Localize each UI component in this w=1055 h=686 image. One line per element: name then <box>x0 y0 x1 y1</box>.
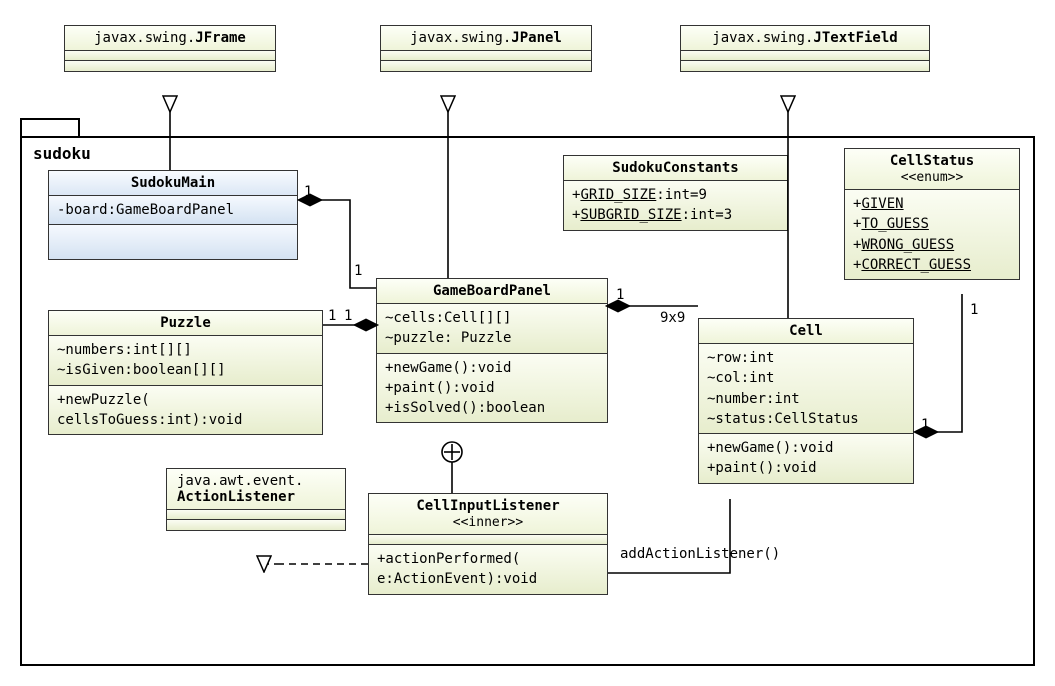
op: +actionPerformed( <box>377 549 599 569</box>
assoc-label: addActionListener() <box>620 546 780 562</box>
enum-values: +GIVEN +TO_GUESS +WRONG_GUESS +CORRECT_G… <box>845 190 1019 279</box>
class-name: SudokuMain <box>131 175 215 191</box>
attr: ~status:CellStatus <box>707 409 905 429</box>
class-name: JTextField <box>813 30 897 46</box>
op: +isSolved():boolean <box>385 398 599 418</box>
class-title: javax.swing.JPanel <box>381 26 591 51</box>
mult-label: 1 <box>970 302 978 318</box>
enum-value: +WRONG_GUESS <box>853 235 1011 255</box>
class-name: GameBoardPanel <box>433 283 551 299</box>
enum-value: +CORRECT_GUESS <box>853 255 1011 275</box>
empty-compartment <box>381 51 591 61</box>
mult-label: 9x9 <box>660 310 685 326</box>
class-name: JPanel <box>511 30 562 46</box>
class-title: CellStatus <<enum>> <box>845 149 1019 190</box>
class-cell: Cell ~row:int ~col:int ~number:int ~stat… <box>698 318 914 484</box>
class-actionlistener: java.awt.event. ActionListener <box>166 468 346 531</box>
class-title: Cell <box>699 319 913 344</box>
class-title: GameBoardPanel <box>377 279 607 304</box>
op: +newPuzzle( <box>57 390 314 410</box>
class-sudokuconstants: SudokuConstants +GRID_SIZE:int=9 +SUBGRI… <box>563 155 788 231</box>
class-title: CellInputListener <<inner>> <box>369 494 607 535</box>
attrs: ~numbers:int[][] ~isGiven:boolean[][] <box>49 336 322 386</box>
attr: ~numbers:int[][] <box>57 340 314 360</box>
class-name: SudokuConstants <box>612 160 738 176</box>
empty-compartment <box>681 61 929 71</box>
op: cellsToGuess:int):void <box>57 410 314 430</box>
class-jtextfield: javax.swing.JTextField <box>680 25 930 72</box>
mult-label: 1 <box>304 184 312 200</box>
class-pkg: javax.swing. <box>94 30 195 46</box>
mult-label: 1 <box>921 417 929 433</box>
op: e:ActionEvent):void <box>377 569 599 589</box>
empty-compartment <box>381 61 591 71</box>
class-pkg: javax.swing. <box>712 30 813 46</box>
attr: -board:GameBoardPanel <box>57 200 289 220</box>
attr-static: +GRID_SIZE:int=9 <box>572 185 779 205</box>
empty-compartment <box>167 510 345 520</box>
class-cellstatus: CellStatus <<enum>> +GIVEN +TO_GUESS +WR… <box>844 148 1020 280</box>
class-title: javax.swing.JFrame <box>65 26 275 51</box>
attrs: ~cells:Cell[][] ~puzzle: Puzzle <box>377 304 607 354</box>
empty-compartment <box>65 61 275 71</box>
ops: +newGame():void +paint():void <box>699 434 913 483</box>
class-name: Puzzle <box>160 315 211 331</box>
empty-compartment <box>49 225 297 259</box>
uml-canvas: sudoku javax.swing.JFrame javax.swing.JP… <box>0 0 1055 686</box>
class-title: SudokuConstants <box>564 156 787 181</box>
class-cellinputlistener: CellInputListener <<inner>> +actionPerfo… <box>368 493 608 595</box>
class-name: Cell <box>789 323 823 339</box>
attr: ~row:int <box>707 348 905 368</box>
class-pkg: javax.swing. <box>410 30 511 46</box>
mult-label: 1 <box>354 263 362 279</box>
package-tab <box>20 118 80 138</box>
op: +paint():void <box>707 458 905 478</box>
class-puzzle: Puzzle ~numbers:int[][] ~isGiven:boolean… <box>48 310 323 435</box>
attrs: ~row:int ~col:int ~number:int ~status:Ce… <box>699 344 913 434</box>
mult-label: 1 <box>328 308 336 324</box>
class-jframe: javax.swing.JFrame <box>64 25 276 72</box>
package-name: sudoku <box>33 144 91 163</box>
ops: +newGame():void +paint():void +isSolved(… <box>377 354 607 423</box>
enum-value: +TO_GUESS <box>853 214 1011 234</box>
op: +paint():void <box>385 378 599 398</box>
attr: ~isGiven:boolean[][] <box>57 360 314 380</box>
class-stereotype: <<inner>> <box>377 515 599 530</box>
op: +newGame():void <box>707 438 905 458</box>
empty-compartment <box>167 520 345 530</box>
attr: ~number:int <box>707 389 905 409</box>
attr: ~puzzle: Puzzle <box>385 328 599 348</box>
class-stereotype: <<enum>> <box>853 170 1011 185</box>
class-name: CellInputListener <box>416 498 559 514</box>
attr: ~cells:Cell[][] <box>385 308 599 328</box>
class-jpanel: javax.swing.JPanel <box>380 25 592 72</box>
empty-compartment <box>65 51 275 61</box>
enum-value: +GIVEN <box>853 194 1011 214</box>
attrs: -board:GameBoardPanel <box>49 196 297 225</box>
empty-compartment <box>369 535 607 545</box>
class-sudokumain: SudokuMain -board:GameBoardPanel <box>48 170 298 260</box>
op: +newGame():void <box>385 358 599 378</box>
class-title: java.awt.event. ActionListener <box>167 469 345 510</box>
class-name: ActionListener <box>177 489 295 505</box>
attr-static: +SUBGRID_SIZE:int=3 <box>572 205 779 225</box>
attr: ~col:int <box>707 368 905 388</box>
class-name: JFrame <box>195 30 246 46</box>
class-title: SudokuMain <box>49 171 297 196</box>
class-pkg: java.awt.event. <box>177 473 303 489</box>
class-title: Puzzle <box>49 311 322 336</box>
ops: +newPuzzle( cellsToGuess:int):void <box>49 386 322 435</box>
attrs: +GRID_SIZE:int=9 +SUBGRID_SIZE:int=3 <box>564 181 787 230</box>
empty-compartment <box>681 51 929 61</box>
class-title: javax.swing.JTextField <box>681 26 929 51</box>
class-gameboardpanel: GameBoardPanel ~cells:Cell[][] ~puzzle: … <box>376 278 608 423</box>
mult-label: 1 <box>616 287 624 303</box>
mult-label: 1 <box>344 308 352 324</box>
class-name: CellStatus <box>890 153 974 169</box>
ops: +actionPerformed( e:ActionEvent):void <box>369 545 607 594</box>
